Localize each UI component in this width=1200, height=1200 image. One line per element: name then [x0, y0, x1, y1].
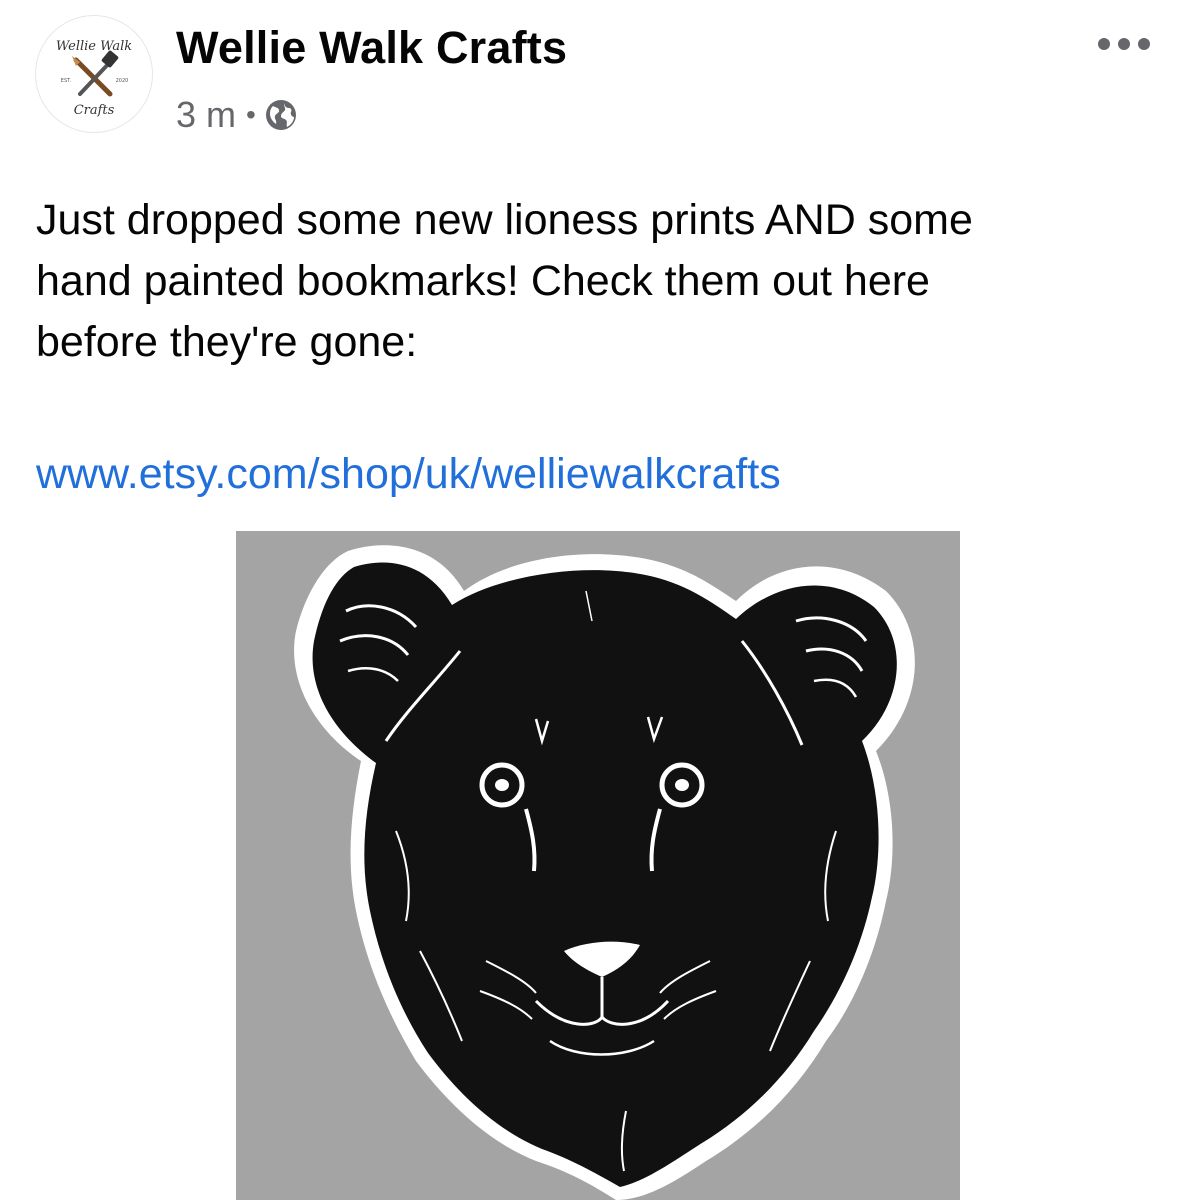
- logo-est: EST.: [61, 78, 72, 84]
- page-name[interactable]: Wellie Walk Crafts: [176, 22, 567, 74]
- logo-text-bottom: Crafts: [74, 103, 115, 118]
- logo-text-top: Wellie Walk: [56, 39, 132, 54]
- post-message: Just dropped some new lioness prints AND…: [36, 190, 1176, 373]
- post-message-line: hand painted bookmarks! Check them out h…: [36, 257, 930, 305]
- post-meta: 3 m •: [176, 92, 298, 138]
- post-photo-lioness-print[interactable]: [236, 531, 960, 1200]
- lioness-print-image: [294, 545, 915, 1200]
- post-message-line: Just dropped some new lioness prints AND…: [36, 196, 973, 244]
- globe-icon: [265, 100, 296, 130]
- meta-separator: •: [246, 99, 256, 130]
- logo-year: 2020: [116, 78, 129, 84]
- wellie-walk-crafts-logo: Wellie Walk EST. 2020 Crafts: [56, 39, 132, 118]
- post-message-line: before they're gone:: [36, 318, 418, 366]
- post-time[interactable]: 3 m: [176, 94, 236, 136]
- page-avatar[interactable]: Wellie Walk EST. 2020 Crafts: [36, 16, 152, 132]
- more-options-icon: [1098, 38, 1150, 50]
- facebook-post: Wellie Walk EST. 2020 Crafts Wellie Walk…: [0, 0, 1200, 1200]
- etsy-shop-link[interactable]: www.etsy.com/shop/uk/welliewalkcrafts: [36, 446, 781, 502]
- more-options-button[interactable]: [1092, 26, 1156, 62]
